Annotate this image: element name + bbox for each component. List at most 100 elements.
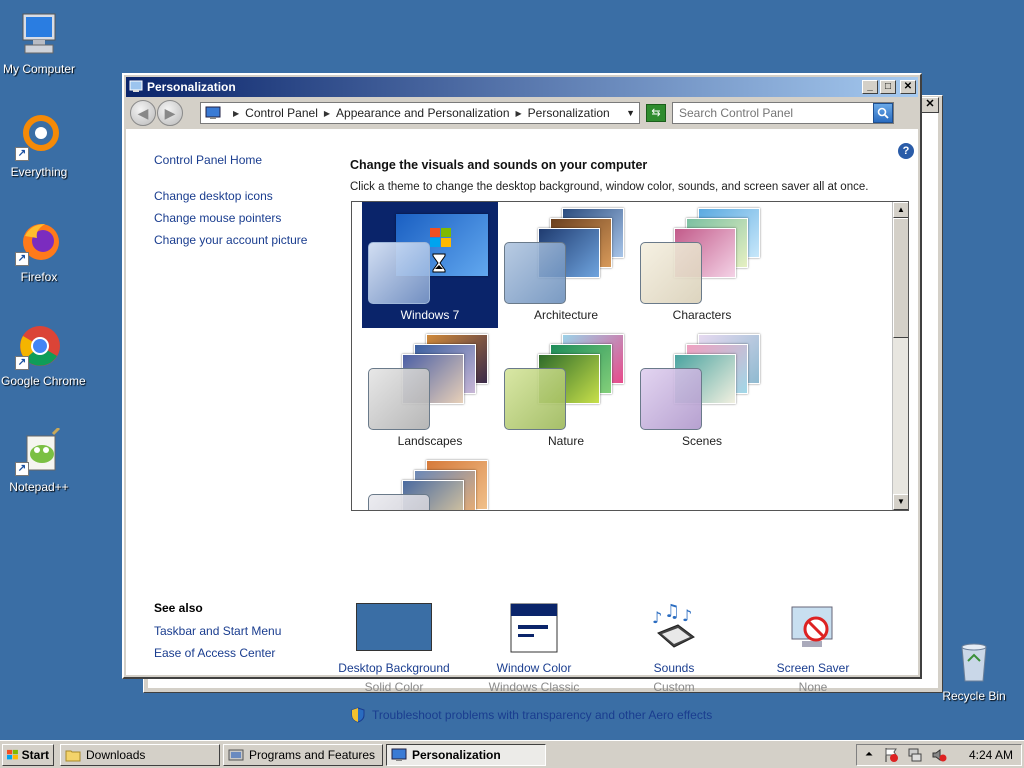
screen-saver-link[interactable]: Screen Saver — [743, 661, 883, 675]
theme-preview — [640, 208, 764, 304]
taskbar-item-label: Personalization — [412, 747, 501, 762]
screen-saver-icon — [743, 603, 883, 655]
page-title: Change the visuals and sounds on your co… — [350, 158, 648, 172]
desktop-background-item[interactable]: Desktop Background Solid Color — [324, 603, 464, 694]
search-input[interactable] — [673, 106, 873, 120]
close-button[interactable]: ✕ — [900, 80, 916, 94]
task-pane: Control Panel Home Change desktop icons … — [154, 153, 334, 255]
theme-list-scrollbar[interactable]: ▲ ▼ — [892, 202, 908, 510]
search-icon — [877, 107, 889, 119]
breadcrumb-separator-icon[interactable]: ▶ — [324, 109, 330, 118]
sounds-value: Custom — [653, 680, 695, 694]
desktop-icon-recycle-bin[interactable]: Recycle Bin — [936, 637, 1012, 703]
back-arrow-icon: ◀ — [137, 104, 149, 121]
window-color-link[interactable]: Window Color — [464, 661, 604, 675]
theme-landscapes[interactable]: Landscapes — [362, 328, 498, 454]
svg-text:♫: ♫ — [664, 603, 680, 622]
start-button[interactable]: Start — [2, 743, 54, 766]
shortcut-arrow-icon: ↗ — [15, 252, 29, 266]
svg-text:♪: ♪ — [652, 608, 662, 627]
help-button[interactable]: ? — [898, 143, 914, 159]
shortcut-arrow-icon: ↗ — [15, 147, 29, 161]
troubleshoot-link[interactable]: Troubleshoot problems with transparency … — [350, 707, 712, 723]
desktop-icon-label: Notepad++ — [9, 480, 69, 494]
change-account-picture-link[interactable]: Change your account picture — [154, 233, 334, 247]
window-color-item[interactable]: Window Color Windows Classic — [464, 603, 604, 694]
scroll-down-button[interactable]: ▼ — [893, 494, 908, 510]
minimize-button[interactable]: _ — [862, 80, 878, 94]
desktop-icon-notepad-plus-plus[interactable]: ↗ Notepad++ — [1, 426, 77, 494]
desktop-icon-everything[interactable]: ↗ Everything — [1, 113, 77, 179]
firefox-icon: ↗ — [15, 218, 63, 266]
network-icon[interactable] — [907, 747, 923, 763]
personalization-window-icon — [129, 80, 143, 92]
search-button[interactable] — [873, 103, 893, 123]
see-also-section: See also Taskbar and Start Menu Ease of … — [154, 601, 281, 668]
control-panel-home-link[interactable]: Control Panel Home — [154, 153, 334, 167]
desktop-background-value: Solid Color — [364, 680, 424, 694]
desktop-icon-label: Everything — [10, 165, 68, 179]
desktop-icon-my-computer[interactable]: My Computer — [1, 10, 77, 76]
ease-of-access-link[interactable]: Ease of Access Center — [154, 646, 281, 660]
desktop-icon-label: Google Chrome — [1, 374, 86, 388]
windows-logo-icon — [430, 228, 451, 247]
title-bar[interactable]: Personalization _ □ ✕ — [126, 77, 918, 97]
desktop-background-preview — [324, 603, 464, 655]
hourglass-cursor-icon — [432, 253, 446, 273]
breadcrumb-separator-icon[interactable]: ▶ — [516, 109, 522, 118]
troubleshoot-link-text: Troubleshoot problems with transparency … — [372, 708, 713, 722]
breadcrumb-personalization[interactable]: Personalization — [528, 106, 610, 120]
chrome-icon: ↗ — [15, 322, 63, 370]
recycle-bin-icon — [950, 637, 998, 685]
folder-icon — [65, 750, 81, 761]
refresh-button[interactable]: ⇆ — [646, 104, 666, 122]
theme-name: Scenes — [681, 434, 723, 448]
sounds-link[interactable]: Sounds — [604, 661, 744, 675]
sounds-item[interactable]: ♪ ♫ ♪ Sounds Custom — [604, 601, 744, 694]
taskbar-start-menu-link[interactable]: Taskbar and Start Menu — [154, 624, 281, 638]
refresh-icon: ⇆ — [651, 107, 661, 119]
forward-button[interactable]: ▶ — [157, 100, 183, 126]
desktop-background-link[interactable]: Desktop Background — [324, 661, 464, 675]
theme-unnamed[interactable] — [362, 454, 498, 510]
theme-windows-7[interactable]: Windows 7 — [362, 202, 498, 328]
theme-preview — [368, 208, 492, 304]
scroll-thumb[interactable] — [893, 218, 908, 338]
background-window-close-button[interactable]: ✕ — [921, 97, 939, 113]
personalization-window: Personalization _ □ ✕ ◀ ▶ ▶ Control Pane… — [122, 73, 922, 723]
breadcrumb-appearance[interactable]: Appearance and Personalization — [336, 106, 509, 120]
address-bar[interactable]: ▶ Control Panel ▶ Appearance and Persona… — [200, 102, 640, 124]
scroll-up-button[interactable]: ▲ — [893, 202, 908, 218]
address-dropdown-icon[interactable]: ▼ — [626, 108, 635, 118]
theme-architecture[interactable]: Architecture — [498, 202, 634, 328]
theme-name: Characters — [672, 308, 732, 322]
personalization-settings: Desktop Background Solid Color Window Co… — [338, 601, 912, 694]
shortcut-arrow-icon: ↗ — [15, 462, 29, 476]
theme-preview — [368, 334, 492, 430]
taskbar-item-label: Programs and Features — [249, 747, 376, 762]
personalization-icon — [391, 748, 407, 761]
clock[interactable]: 4:24 AM — [969, 748, 1013, 762]
volume-muted-icon[interactable] — [931, 747, 947, 763]
screen-saver-item[interactable]: Screen Saver None — [743, 603, 883, 694]
theme-preview — [640, 334, 764, 430]
theme-characters[interactable]: Characters — [634, 202, 770, 328]
maximize-button[interactable]: □ — [880, 80, 896, 94]
taskbar-item-personalization[interactable]: Personalization — [386, 743, 546, 766]
theme-name: Nature — [547, 434, 585, 448]
change-mouse-pointers-link[interactable]: Change mouse pointers — [154, 211, 334, 225]
taskbar-item-downloads[interactable]: Downloads — [60, 743, 220, 766]
change-desktop-icons-link[interactable]: Change desktop icons — [154, 189, 334, 203]
desktop-icon-google-chrome[interactable]: ↗ Google Chrome — [1, 322, 86, 388]
taskbar-item-programs-and-features[interactable]: Programs and Features — [223, 743, 383, 766]
breadcrumb-control-panel[interactable]: Control Panel — [245, 106, 318, 120]
back-button[interactable]: ◀ — [130, 100, 156, 126]
theme-scenes[interactable]: Scenes — [634, 328, 770, 454]
desktop-icon-firefox[interactable]: ↗ Firefox — [1, 218, 77, 284]
desktop-icon-label: My Computer — [2, 62, 76, 76]
theme-name: Architecture — [533, 308, 599, 322]
action-center-flag-icon[interactable] — [883, 747, 899, 763]
theme-nature[interactable]: Nature — [498, 328, 634, 454]
shortcut-arrow-icon: ↗ — [15, 356, 29, 370]
show-hidden-icons-icon[interactable]: ⏶ — [865, 749, 873, 760]
